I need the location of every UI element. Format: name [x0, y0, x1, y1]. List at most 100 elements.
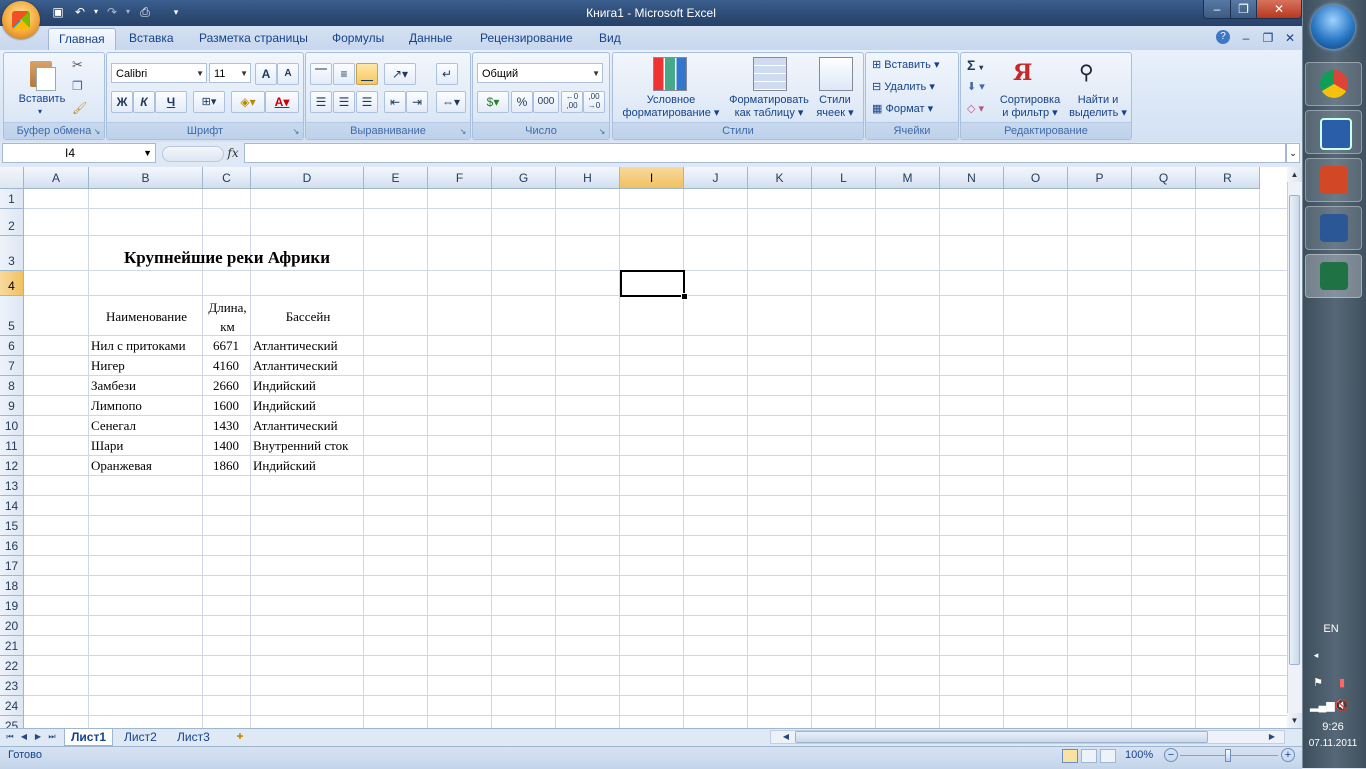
align-top-icon[interactable]: ⎺ — [310, 63, 332, 85]
row-header-8[interactable]: 8 — [0, 376, 24, 396]
orientation-icon[interactable]: ↗▾ — [384, 63, 416, 85]
row-header-16[interactable]: 16 — [0, 536, 24, 556]
row-header-13[interactable]: 13 — [0, 476, 24, 496]
cell-river-basin[interactable]: Атлантический — [253, 417, 364, 435]
tab-insert[interactable]: Вставка — [119, 28, 184, 49]
column-header-h[interactable]: H — [556, 167, 620, 189]
column-header-l[interactable]: L — [812, 167, 876, 189]
paste-button[interactable]: Вставить — [12, 93, 72, 106]
insert-function-button[interactable]: fx — [224, 144, 242, 162]
cell-river-basin[interactable]: Атлантический — [253, 357, 364, 375]
increase-decimal-icon[interactable]: ←0,00 — [561, 91, 583, 113]
cell-river-basin[interactable]: Внутренний сток — [253, 437, 364, 455]
row-header-25[interactable]: 25 — [0, 716, 24, 728]
scroll-down-icon[interactable]: ▼ — [1287, 713, 1302, 728]
number-format-combo[interactable]: Общий ▼ — [477, 63, 603, 83]
workbook-restore-icon[interactable]: ❐ — [1260, 30, 1276, 46]
cell-river-name[interactable]: Замбези — [91, 377, 203, 395]
row-header-11[interactable]: 11 — [0, 436, 24, 456]
underline-button[interactable]: Ч — [155, 91, 187, 113]
insert-cells-button[interactable]: ⊞ Вставить ▾ — [872, 55, 940, 75]
row-header-10[interactable]: 10 — [0, 416, 24, 436]
wrap-text-icon[interactable]: ↵ — [436, 63, 458, 85]
cell-river-length[interactable]: 6671 — [203, 337, 239, 355]
expand-formula-bar-icon[interactable]: ⌄ — [1286, 143, 1300, 163]
cell-river-length[interactable]: 1600 — [203, 397, 239, 415]
row-header-1[interactable]: 1 — [0, 189, 24, 209]
thousands-button[interactable]: 000 — [533, 91, 559, 113]
tab-data[interactable]: Данные — [399, 28, 462, 49]
sheet-tab-2[interactable]: Лист2 — [118, 729, 163, 745]
column-header-f[interactable]: F — [428, 167, 492, 189]
align-center-icon[interactable]: ☰ — [333, 91, 355, 113]
row-header-4[interactable]: 4 — [0, 271, 24, 296]
maximize-button[interactable]: ❐ — [1230, 0, 1257, 19]
row-header-24[interactable]: 24 — [0, 696, 24, 716]
format-as-table-button[interactable]: Форматировать как таблицу ▾ — [723, 94, 815, 120]
clock-date[interactable]: 07.11.2011 — [1304, 738, 1362, 749]
name-box[interactable]: I4 ▼ — [2, 143, 156, 163]
column-header-k[interactable]: K — [748, 167, 812, 189]
italic-button[interactable]: К — [133, 91, 155, 113]
paste-icon[interactable] — [28, 57, 56, 91]
conditional-formatting-button[interactable]: Условное форматирование ▾ — [615, 94, 727, 120]
taskbar-excel[interactable] — [1305, 254, 1362, 298]
cell-river-basin[interactable]: Индийский — [253, 457, 364, 475]
row-header-20[interactable]: 20 — [0, 616, 24, 636]
align-middle-icon[interactable]: ≡ — [333, 63, 355, 85]
power-icon[interactable]: ▮ — [1334, 676, 1350, 689]
minimize-button[interactable]: – — [1203, 0, 1231, 19]
workbook-close-icon[interactable]: ✕ — [1282, 30, 1298, 46]
row-header-5[interactable]: 5 — [0, 296, 24, 336]
align-right-icon[interactable]: ☰ — [356, 91, 378, 113]
select-all-button[interactable] — [0, 167, 24, 189]
format-cells-button[interactable]: ▦ Формат ▾ — [872, 99, 933, 119]
close-button[interactable]: ✕ — [1256, 0, 1302, 19]
zoom-in-icon[interactable]: + — [1281, 748, 1295, 762]
cut-icon[interactable]: ✂ — [72, 57, 88, 73]
column-header-n[interactable]: N — [940, 167, 1004, 189]
column-header-i[interactable]: I — [620, 167, 684, 189]
clipboard-launcher-icon[interactable]: ↘ — [92, 127, 102, 137]
row-header-2[interactable]: 2 — [0, 209, 24, 236]
row-header-18[interactable]: 18 — [0, 576, 24, 596]
format-as-table-icon[interactable] — [753, 57, 787, 91]
borders-icon[interactable]: ⊞▾ — [193, 91, 225, 113]
row-header-7[interactable]: 7 — [0, 356, 24, 376]
find-select-icon[interactable]: ⚲ — [1079, 59, 1107, 87]
cell-river-name[interactable]: Нигер — [91, 357, 203, 375]
zoom-slider-thumb[interactable] — [1225, 749, 1231, 762]
page-break-view-icon[interactable] — [1100, 749, 1116, 763]
row-header-17[interactable]: 17 — [0, 556, 24, 576]
increase-indent-icon[interactable]: ⇥ — [406, 91, 428, 113]
fill-color-icon[interactable]: ◈▾ — [231, 91, 265, 113]
column-header-o[interactable]: O — [1004, 167, 1068, 189]
find-select-button[interactable]: Найти и выделить ▾ — [1067, 94, 1129, 120]
cell-styles-button[interactable]: Стили ячеек ▾ — [811, 94, 859, 120]
decrease-indent-icon[interactable]: ⇤ — [384, 91, 406, 113]
formula-input[interactable] — [244, 143, 1286, 163]
format-painter-icon[interactable]: 🖌 — [72, 101, 88, 117]
next-sheet-icon[interactable]: ▶ — [32, 731, 44, 743]
cell-styles-icon[interactable] — [819, 57, 853, 91]
autosum-button[interactable]: Σ ▾ — [967, 55, 983, 75]
bold-button[interactable]: Ж — [111, 91, 133, 113]
cell-river-name[interactable]: Лимпопо — [91, 397, 203, 415]
currency-format-icon[interactable]: $▾ — [477, 91, 509, 113]
column-header-b[interactable]: B — [89, 167, 203, 189]
last-sheet-icon[interactable]: ⏭ — [46, 731, 58, 743]
cell-river-length[interactable]: 2660 — [203, 377, 239, 395]
row-header-15[interactable]: 15 — [0, 516, 24, 536]
fill-icon[interactable]: ⬇ ▾ — [967, 77, 985, 97]
column-header-m[interactable]: M — [876, 167, 940, 189]
row-header-12[interactable]: 12 — [0, 456, 24, 476]
normal-view-icon[interactable] — [1062, 749, 1078, 763]
taskbar-save-app[interactable] — [1305, 110, 1362, 154]
merge-center-icon[interactable]: ⇔▾ — [436, 91, 466, 113]
column-header-p[interactable]: P — [1068, 167, 1132, 189]
cell-river-length[interactable]: 1400 — [203, 437, 239, 455]
tab-home[interactable]: Главная — [48, 28, 116, 50]
active-cell[interactable] — [620, 270, 685, 297]
horizontal-scroll-thumb[interactable] — [795, 731, 1208, 743]
cell-river-basin[interactable]: Индийский — [253, 397, 364, 415]
